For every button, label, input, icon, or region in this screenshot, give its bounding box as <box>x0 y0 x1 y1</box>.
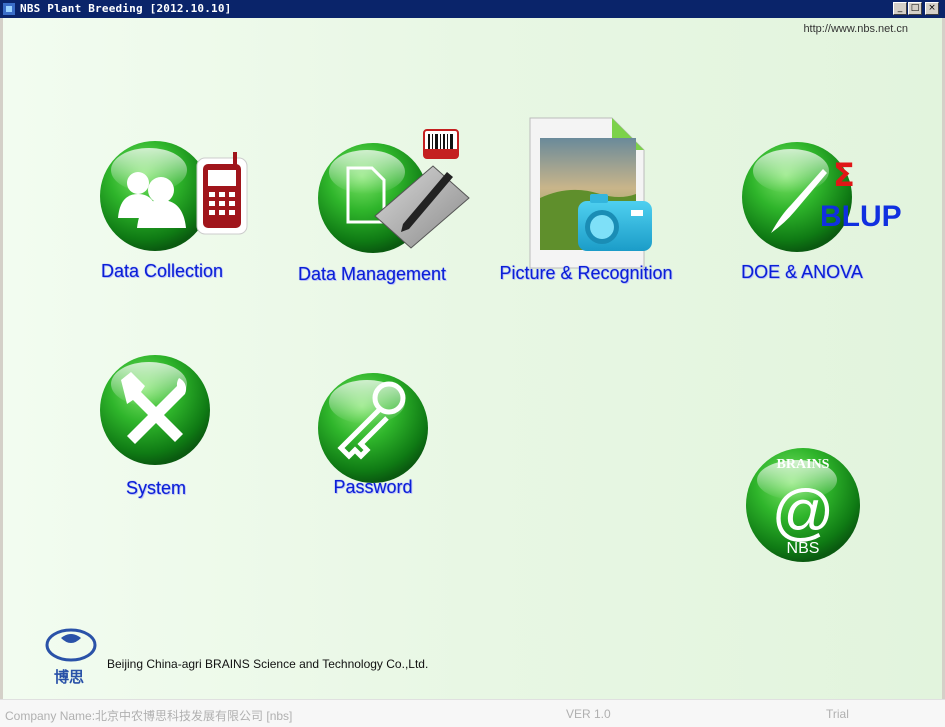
main-panel: http://www.nbs.net.cn Σ BLUP BRAINS @ NB… <box>3 18 942 699</box>
system-label[interactable]: System <box>126 478 186 499</box>
doe-anova-label[interactable]: DOE & ANOVA <box>741 262 863 283</box>
title-bar[interactable]: NBS Plant Breeding [2012.10.10] _ □ × <box>0 0 945 18</box>
app-icon <box>3 3 15 15</box>
minimize-button[interactable]: _ <box>893 2 907 15</box>
picture-recognition-icon[interactable] <box>529 117 652 269</box>
doe-anova-icon[interactable]: Σ BLUP <box>742 142 902 252</box>
blup-text: BLUP <box>820 200 902 233</box>
brains-ring-text: BRAINS <box>777 457 830 472</box>
data-management-icon[interactable] <box>318 129 470 253</box>
nbs-text: NBS <box>787 540 820 557</box>
company-line: Beijing China-agri BRAINS Science and Te… <box>107 657 429 671</box>
sigma-symbol: Σ <box>833 156 855 194</box>
close-button[interactable]: × <box>925 2 939 15</box>
status-company-name: Company Name:北京中农博思科技发展有限公司 [nbs] <box>5 709 293 723</box>
system-icon[interactable] <box>100 355 210 465</box>
status-license: Trial <box>826 707 849 721</box>
nbs-logo-icon[interactable]: BRAINS @ NBS <box>746 448 860 562</box>
at-symbol: @ <box>772 478 835 547</box>
boshi-logo-text: 博思 <box>54 668 84 686</box>
data-collection-label[interactable]: Data Collection <box>101 261 223 282</box>
status-version: VER 1.0 <box>566 707 611 721</box>
window-title: NBS Plant Breeding [2012.10.10] <box>20 2 232 15</box>
password-label[interactable]: Password <box>333 477 412 498</box>
phone-icon <box>196 152 248 235</box>
data-collection-icon[interactable] <box>100 141 248 251</box>
camera-icon <box>578 194 652 251</box>
maximize-button[interactable]: □ <box>908 2 922 15</box>
icon-canvas: Σ BLUP BRAINS @ NBS 博思 <box>45 117 902 686</box>
password-icon[interactable] <box>318 373 428 483</box>
barcode-icon <box>423 129 459 159</box>
picture-recognition-label[interactable]: Picture & Recognition <box>499 263 672 284</box>
status-bar: Company Name:北京中农博思科技发展有限公司 [nbs] VER 1.… <box>0 699 945 727</box>
data-management-label[interactable]: Data Management <box>298 264 446 285</box>
boshi-logo-icon: 博思 <box>45 628 97 686</box>
